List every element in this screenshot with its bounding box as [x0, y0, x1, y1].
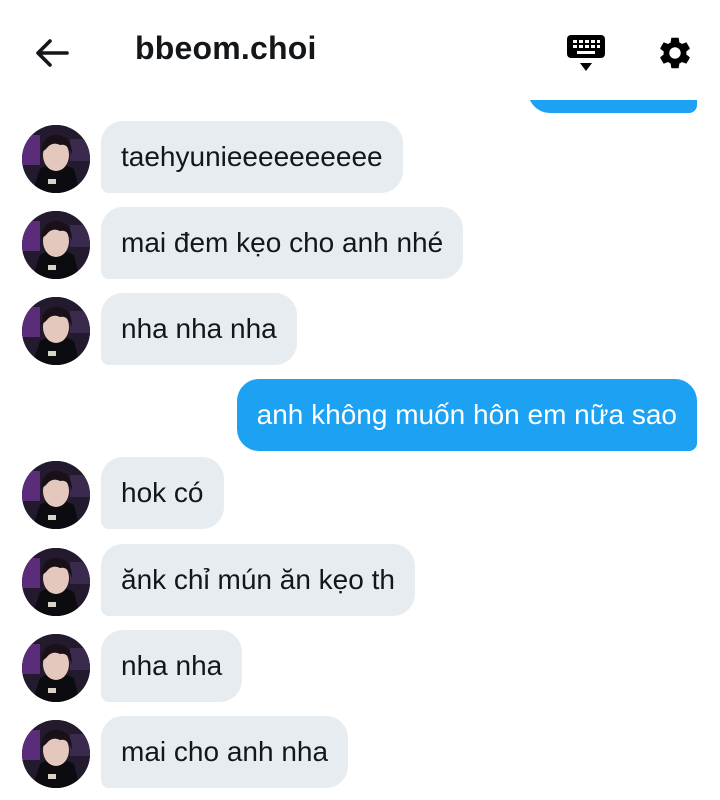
received-message-bubble[interactable]: hok có: [101, 457, 224, 529]
message-row: anh không muốn hôn em nữa sao: [0, 379, 720, 451]
avatar-image: [22, 548, 90, 616]
settings-button[interactable]: [652, 30, 698, 76]
message-row: nha nha: [0, 630, 720, 702]
message-row: ănk chỉ mún ăn kẹo th: [0, 544, 720, 616]
keyboard-icon: [567, 35, 605, 71]
avatar[interactable]: [22, 634, 90, 702]
avatar-image: [22, 461, 90, 529]
conversation-title: bbeom.choi: [135, 30, 317, 66]
avatar[interactable]: [22, 548, 90, 616]
gear-icon: [660, 37, 690, 69]
received-message-bubble[interactable]: ănk chỉ mún ăn kẹo th: [101, 544, 415, 616]
avatar[interactable]: [22, 461, 90, 529]
arrow-left-icon: [36, 39, 69, 67]
avatar[interactable]: [22, 297, 90, 365]
chat-header: bbeom.choi: [0, 0, 720, 100]
message-row: hok có: [0, 457, 720, 529]
avatar[interactable]: [22, 211, 90, 279]
avatar-image: [22, 125, 90, 193]
received-message-bubble[interactable]: mai đem kẹo cho anh nhé: [101, 207, 464, 279]
received-message-bubble[interactable]: nha nha nha: [101, 293, 297, 365]
keyboard-button[interactable]: [562, 30, 610, 76]
message-row: taehyunieeeeeeeeee: [0, 121, 720, 193]
message-row: mai đem kẹo cho anh nhé: [0, 207, 720, 279]
sent-message-bubble[interactable]: anh không muốn hôn em nữa sao: [236, 379, 697, 451]
avatar[interactable]: [22, 720, 90, 788]
avatar[interactable]: [22, 125, 90, 193]
avatar-image: [22, 720, 90, 788]
avatar-image: [22, 211, 90, 279]
chat-screen: bbeom.choi taehyunieeeeeeeeee mai đem kẹ…: [0, 0, 720, 800]
received-message-bubble[interactable]: taehyunieeeeeeeeee: [101, 121, 403, 193]
message-row: nha nha nha: [0, 293, 720, 365]
message-row: mai cho anh nha: [0, 716, 720, 788]
avatar-image: [22, 297, 90, 365]
received-message-bubble[interactable]: mai cho anh nha: [101, 716, 349, 788]
received-message-bubble[interactable]: nha nha: [101, 630, 243, 702]
back-button[interactable]: [28, 32, 76, 74]
avatar-image: [22, 634, 90, 702]
